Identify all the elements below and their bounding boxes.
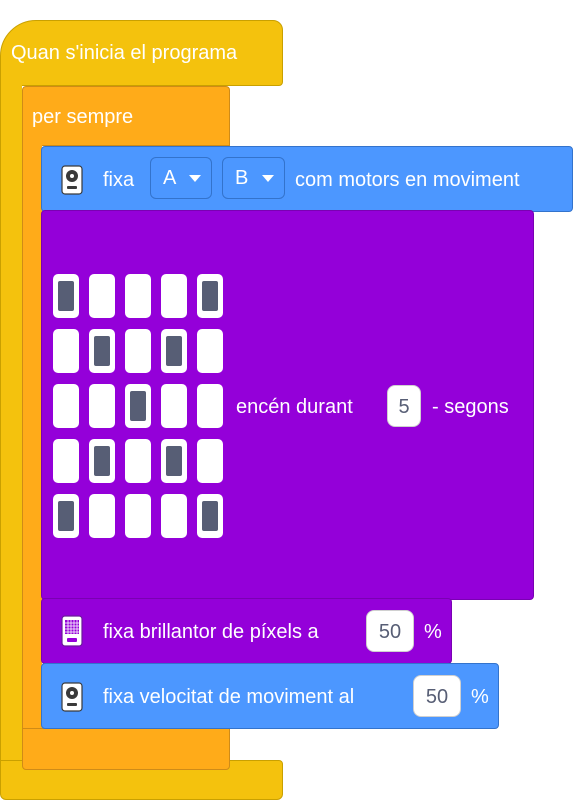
- led-cell-r3-c2[interactable]: [125, 439, 151, 483]
- led-cell-r3-c4[interactable]: [197, 439, 223, 483]
- speed-unit: %: [471, 686, 489, 708]
- led-cell-r2-c3[interactable]: [161, 384, 187, 428]
- led-cell-r1-c0[interactable]: [53, 329, 79, 373]
- set-speed-label: fixa velocitat de moviment al: [103, 686, 355, 708]
- remote-control-icon: [61, 165, 83, 195]
- led-cell-r3-c0[interactable]: [53, 439, 79, 483]
- display-for-label: encén durant: [236, 396, 353, 418]
- brightness-input[interactable]: 50: [366, 610, 414, 652]
- led-cell-r4-c1[interactable]: [89, 494, 115, 538]
- speed-input[interactable]: 50: [413, 675, 461, 717]
- led-cell-r4-c0[interactable]: [53, 494, 79, 538]
- led-cell-r0-c4[interactable]: [197, 274, 223, 318]
- led-matrix-icon: [61, 615, 83, 647]
- duration-value: 5: [398, 396, 410, 418]
- motor-b-value: B: [235, 167, 249, 189]
- brightness-value: 50: [378, 621, 402, 643]
- led-cell-r0-c2[interactable]: [125, 274, 151, 318]
- led-cell-r2-c4[interactable]: [197, 384, 223, 428]
- led-cell-r1-c1[interactable]: [89, 329, 115, 373]
- duration-input[interactable]: 5: [387, 385, 421, 427]
- motor-b-dropdown[interactable]: B: [222, 157, 285, 199]
- led-cell-r1-c3[interactable]: [161, 329, 187, 373]
- motor-a-value: A: [163, 167, 177, 189]
- forever-block-spine: [22, 140, 42, 740]
- seconds-label: - segons: [432, 396, 509, 418]
- speed-value: 50: [425, 686, 449, 708]
- forever-block-bottom: [22, 728, 230, 770]
- led-cell-r2-c2[interactable]: [125, 384, 151, 428]
- set-pixel-brightness-block[interactable]: fixa brillantor de píxels a 50 %: [41, 598, 452, 664]
- forever-label: per sempre: [32, 106, 134, 128]
- hat-block-spine: [0, 80, 22, 770]
- forever-block[interactable]: per sempre: [22, 86, 230, 146]
- led-cell-r4-c3[interactable]: [161, 494, 187, 538]
- set-movement-motors-block[interactable]: fixa A B com motors en moviment: [41, 146, 573, 212]
- led-cell-r2-c0[interactable]: [53, 384, 79, 428]
- led-cell-r0-c3[interactable]: [161, 274, 187, 318]
- when-program-starts-block[interactable]: Quan s'inicia el programa: [0, 20, 283, 86]
- set-label: fixa: [103, 169, 135, 191]
- set-movement-speed-block[interactable]: fixa velocitat de moviment al 50 %: [41, 663, 499, 729]
- chevron-down-icon: [189, 175, 201, 182]
- remote-control-icon: [61, 682, 83, 712]
- led-cell-r1-c4[interactable]: [197, 329, 223, 373]
- display-image-for-block[interactable]: encén durant 5 - segons: [41, 210, 534, 600]
- chevron-down-icon: [262, 175, 274, 182]
- led-cell-r1-c2[interactable]: [125, 329, 151, 373]
- brightness-unit: %: [424, 621, 442, 643]
- motor-a-dropdown[interactable]: A: [150, 157, 212, 199]
- led-cell-r4-c2[interactable]: [125, 494, 151, 538]
- led-cell-r3-c1[interactable]: [89, 439, 115, 483]
- led-cell-r2-c1[interactable]: [89, 384, 115, 428]
- led-cell-r4-c4[interactable]: [197, 494, 223, 538]
- motors-label: com motors en moviment: [295, 169, 520, 191]
- when-program-starts-label: Quan s'inicia el programa: [11, 42, 238, 64]
- led-cell-r3-c3[interactable]: [161, 439, 187, 483]
- led-cell-r0-c0[interactable]: [53, 274, 79, 318]
- set-brightness-label: fixa brillantor de píxels a: [103, 621, 319, 643]
- led-cell-r0-c1[interactable]: [89, 274, 115, 318]
